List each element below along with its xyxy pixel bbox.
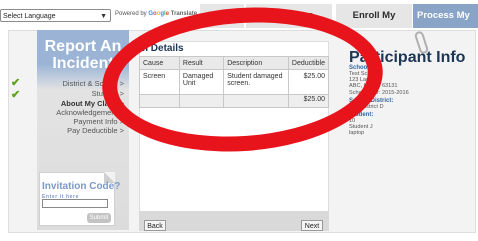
invitation-code-input[interactable] — [42, 199, 108, 208]
check-icon: ✔ — [11, 89, 21, 101]
next-button[interactable]: Next — [301, 220, 323, 231]
powered-by-text: Powered by — [115, 11, 147, 17]
sidebar-item-pay-deductible[interactable]: Pay Deductible > — [67, 126, 124, 135]
tab-enroll-my-device[interactable]: Enroll My Device — [336, 4, 412, 45]
back-button[interactable]: Back — [144, 220, 166, 231]
chevron-down-icon: ▼ — [100, 13, 107, 20]
student-details: 10 Student J laptop — [349, 118, 373, 137]
invitation-code-title: Invitation Code? — [42, 181, 121, 192]
language-select-value: Select Language — [3, 13, 56, 20]
google-logo: Google — [148, 11, 170, 17]
tab-process-my-claim[interactable]: Process My Claim — [413, 4, 478, 45]
language-select[interactable]: Select Language ▼ — [0, 9, 111, 22]
invitation-submit-button[interactable]: Submit — [87, 213, 111, 223]
